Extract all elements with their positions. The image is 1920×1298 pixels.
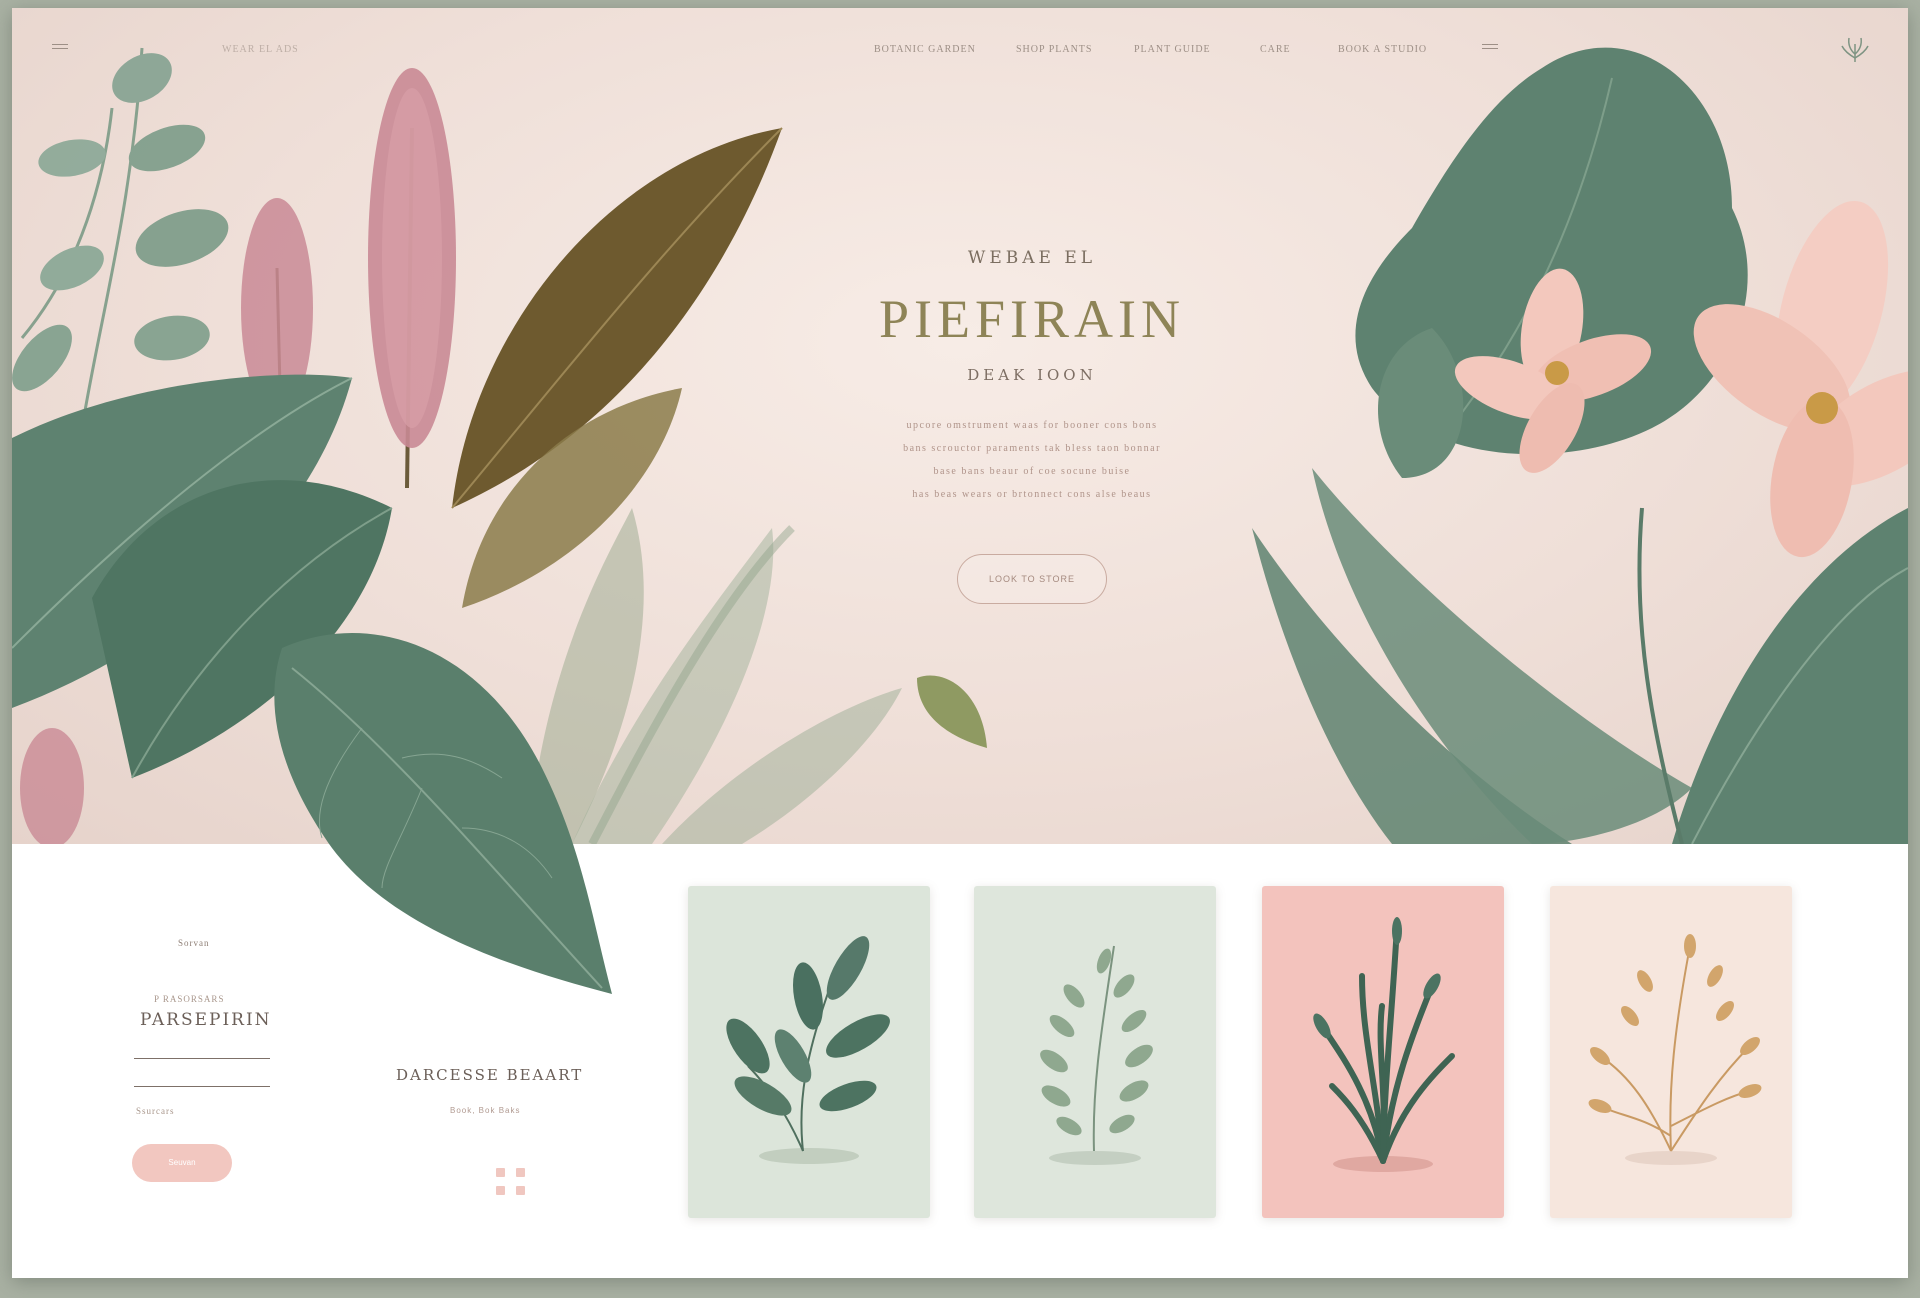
browser-frame: WEAR EL ADS BOTANIC GARDEN SHOP PLANTS P…	[12, 8, 1908, 1278]
plant-card-2[interactable]	[974, 886, 1216, 1218]
hero-eyebrow: WEBAE EL	[967, 248, 1097, 268]
leaf-logo-icon[interactable]	[1838, 32, 1872, 66]
hero-subhead: DEAK IOON	[967, 366, 1097, 384]
hero-body-line: upcore omstrument waas for booner cons b…	[906, 420, 1158, 431]
brand-text: WEAR EL ADS	[222, 44, 299, 55]
hero-cta-button[interactable]: Look to store	[957, 554, 1107, 604]
plant-card-1[interactable]	[688, 886, 930, 1218]
top-navigation: WEAR EL ADS BOTANIC GARDEN SHOP PLANTS P…	[12, 37, 1908, 66]
field-underline[interactable]	[134, 1058, 270, 1059]
plant-card-3[interactable]	[1262, 886, 1504, 1218]
field-hint: P RASORSARS	[154, 994, 225, 1004]
nav-link-3[interactable]: PLANT GUIDE	[1134, 44, 1211, 55]
info-panel: Sorvan P RASORSARS PARSEPIRIN Ssurcars S…	[112, 844, 581, 1278]
field-title: PARSEPIRIN	[140, 1010, 272, 1030]
feature-subtitle: Book, Bok Baks	[450, 1106, 521, 1115]
hero-body-line: has beas wears or brtonnect cons alse be…	[912, 489, 1152, 500]
nav-link-2[interactable]: SHOP PLANTS	[1016, 44, 1092, 55]
nav-link-1[interactable]: BOTANIC GARDEN	[874, 44, 976, 55]
field-underline[interactable]	[134, 1086, 270, 1087]
nav-link-5[interactable]: BOOK A STUDIO	[1338, 44, 1427, 55]
feature-title: DARCESSE BEAART	[396, 1066, 584, 1084]
fern-sprig-icon	[1040, 945, 1153, 1165]
hero-body-line: base bans beaur of coe socune buise	[933, 466, 1131, 477]
field-caption: Ssurcars	[136, 1106, 175, 1116]
grass-tuft-icon	[1313, 917, 1455, 1172]
hero-section: WEAR EL ADS BOTANIC GARDEN SHOP PLANTS P…	[12, 8, 1908, 844]
hero-body-copy: upcore omstrument waas for booner cons b…	[832, 414, 1232, 506]
lower-section: Sorvan P RASORSARS PARSEPIRIN Ssurcars S…	[12, 844, 1908, 1278]
plant-card-4[interactable]	[1550, 886, 1792, 1218]
golden-sprig-icon	[1588, 934, 1762, 1165]
hero-body-line: bans scrouctor paraments tak bless taon …	[903, 443, 1161, 454]
section-label: Sorvan	[178, 938, 210, 948]
nav-link-4[interactable]: CARE	[1260, 44, 1291, 55]
hamburger-menu-icon[interactable]	[52, 44, 68, 54]
pink-action-button[interactable]: Seuvan	[132, 1144, 232, 1182]
eucalyptus-sprig-icon	[726, 936, 890, 1164]
pagination-dots[interactable]	[496, 1168, 530, 1198]
menu-icon[interactable]	[1482, 44, 1498, 54]
hero-content: WEBAE EL PIEFIRAIN DEAK IOON upcore omst…	[832, 238, 1232, 604]
hero-headline: PIEFIRAIN	[878, 289, 1185, 349]
